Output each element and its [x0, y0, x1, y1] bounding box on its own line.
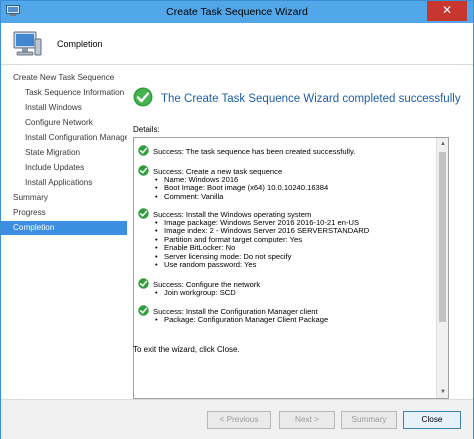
detail-status: Success: The task sequence has been crea…: [153, 147, 356, 156]
wizard-footer: < Previous Next > Summary Close: [1, 399, 473, 439]
window-close-button[interactable]: ✕: [427, 1, 467, 21]
wizard-nav: Create New Task Sequence Task Sequence I…: [1, 69, 127, 439]
nav-item-state-migration[interactable]: State Migration: [1, 146, 127, 160]
title-bar[interactable]: Create Task Sequence Wizard ✕: [1, 1, 473, 23]
previous-button[interactable]: < Previous: [207, 411, 271, 429]
detail-list: Name: Windows 2016 Boot Image: Boot imag…: [153, 175, 328, 201]
scroll-up-arrow-icon[interactable]: ▲: [437, 138, 448, 150]
scrollbar-thumb[interactable]: [439, 152, 446, 322]
completion-headline: The Create Task Sequence Wizard complete…: [161, 93, 461, 105]
scroll-down-arrow-icon[interactable]: ▼: [437, 386, 448, 398]
details-scrollbar[interactable]: ▲ ▼: [436, 138, 448, 398]
success-small-icon: [138, 145, 149, 156]
nav-item-create-new-task-sequence[interactable]: Create New Task Sequence: [1, 71, 127, 85]
details-content: Success: The task sequence has been crea…: [134, 138, 436, 398]
nav-item-install-configuration-manager[interactable]: Install Configuration Manager: [1, 131, 127, 145]
wizard-window: Create Task Sequence Wizard ✕ Completion…: [0, 0, 474, 439]
success-small-icon: [138, 278, 149, 289]
close-icon: ✕: [441, 3, 453, 17]
detail-item: Use random password: Yes: [153, 260, 369, 269]
close-button[interactable]: Close: [403, 411, 461, 429]
details-textbox[interactable]: Success: The task sequence has been crea…: [133, 137, 449, 399]
success-small-icon: [138, 208, 149, 219]
nav-item-progress[interactable]: Progress: [1, 206, 127, 220]
details-label: Details:: [133, 125, 160, 134]
nav-item-configure-network[interactable]: Configure Network: [1, 116, 127, 130]
exit-instruction: To exit the wizard, click Close.: [133, 345, 240, 354]
success-small-icon: [138, 305, 149, 316]
success-small-icon: [138, 165, 149, 176]
detail-list: Image package: Windows Server 2016 2016-…: [153, 218, 369, 269]
detail-list: Join workgroup: SCD: [153, 288, 236, 297]
detail-list: Package: Configuration Manager Client Pa…: [153, 315, 328, 324]
detail-item: Package: Configuration Manager Client Pa…: [153, 315, 328, 324]
nav-item-task-sequence-information[interactable]: Task Sequence Information: [1, 86, 127, 100]
nav-item-include-updates[interactable]: Include Updates: [1, 161, 127, 175]
detail-item: Join workgroup: SCD: [153, 288, 236, 297]
summary-button[interactable]: Summary: [341, 411, 397, 429]
computer-icon: [13, 31, 42, 56]
detail-item: Comment: Vanilla: [153, 192, 328, 201]
nav-item-completion[interactable]: Completion: [1, 221, 127, 235]
nav-item-install-windows[interactable]: Install Windows: [1, 101, 127, 115]
next-button[interactable]: Next >: [279, 411, 335, 429]
page-heading: Completion: [57, 39, 103, 49]
nav-item-summary[interactable]: Summary: [1, 191, 127, 205]
wizard-header: Completion: [1, 23, 473, 65]
success-check-icon: [133, 87, 153, 107]
window-title: Create Task Sequence Wizard: [166, 6, 308, 18]
nav-item-install-applications[interactable]: Install Applications: [1, 176, 127, 190]
wizard-content: The Create Task Sequence Wizard complete…: [127, 69, 473, 399]
